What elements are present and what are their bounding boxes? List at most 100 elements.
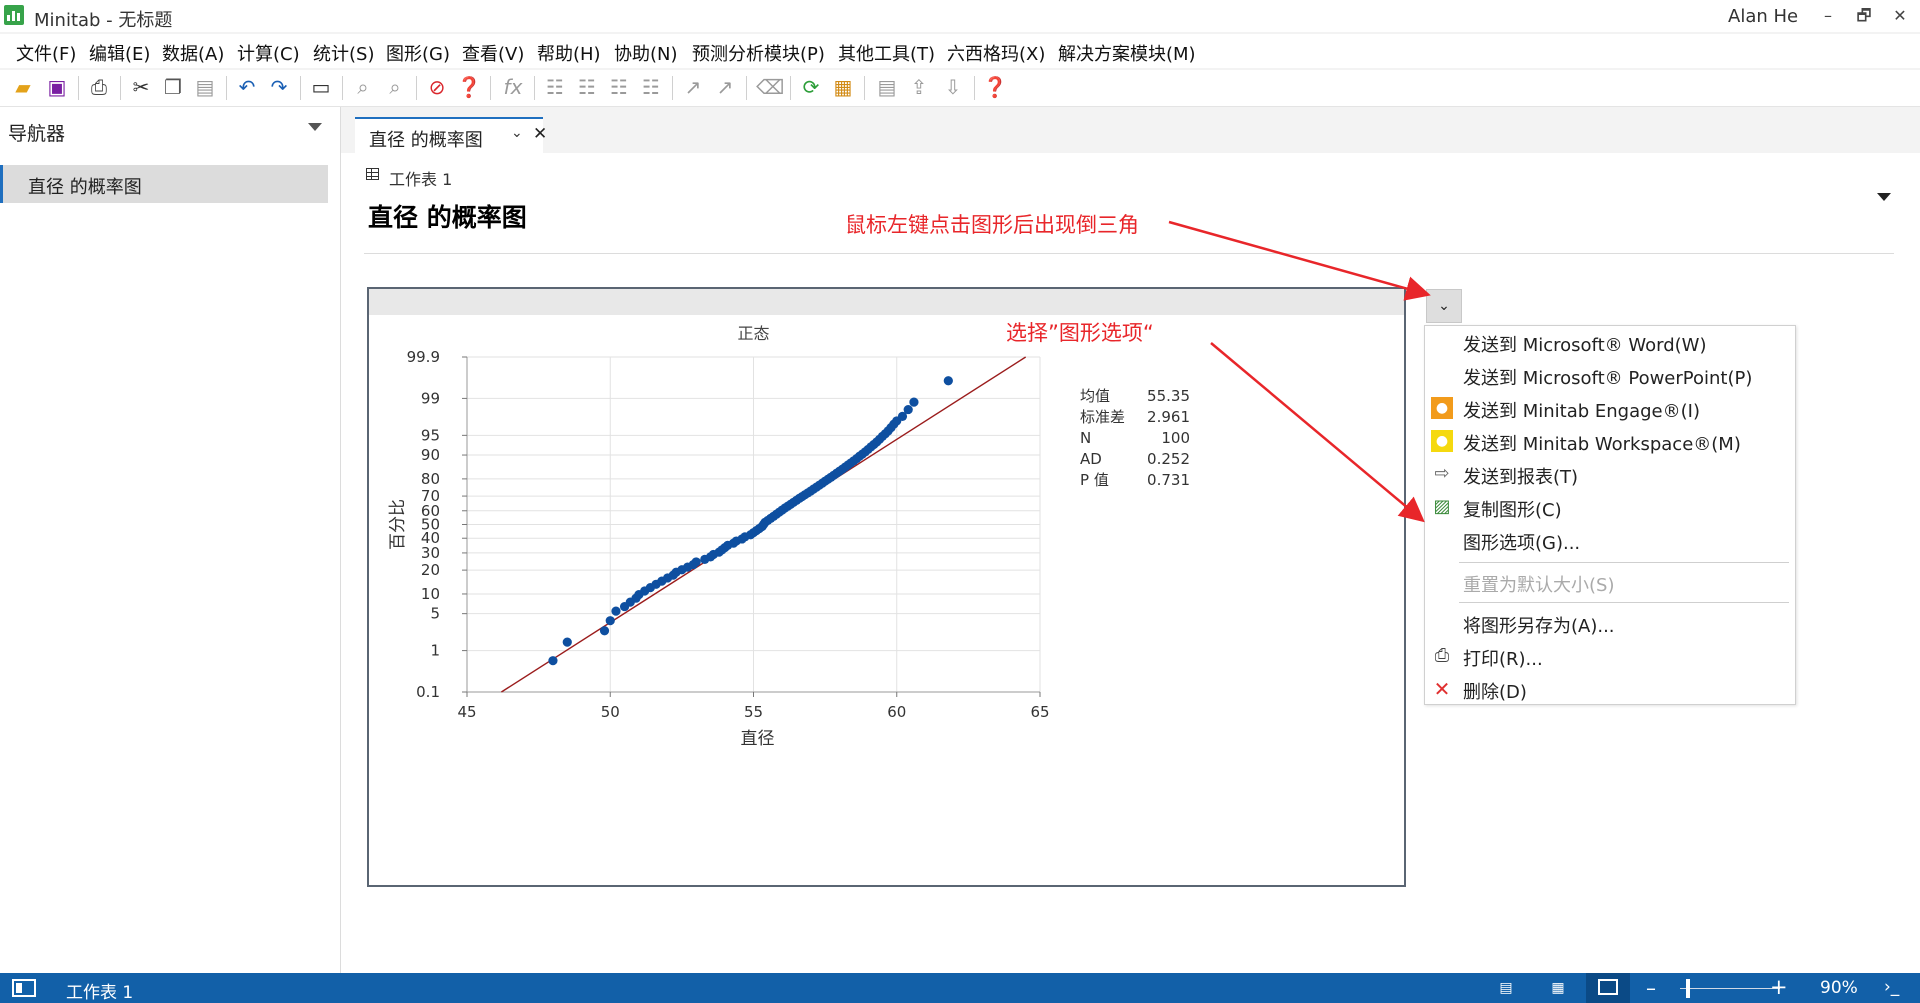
chevron-down-icon[interactable]: [308, 123, 322, 131]
graph-context-menu: 发送到 Microsoft® Word(W) 发送到 Microsoft® Po…: [1424, 325, 1796, 705]
annotation-text: 鼠标左键点击图形后出现倒三角: [845, 213, 1139, 237]
menu-tools[interactable]: 其他工具(T): [838, 40, 935, 66]
menu-save-graph-as[interactable]: 将图形另存为(A)...: [1425, 607, 1795, 640]
open-icon[interactable]: ▰: [10, 74, 36, 100]
menu-six-sigma[interactable]: 六西格玛(X): [947, 40, 1045, 66]
stat-value: 2.961: [1147, 408, 1190, 426]
replace-icon[interactable]: ⌕: [382, 74, 408, 100]
minimize-button[interactable]: –: [1808, 4, 1848, 28]
y-tick-label: 90: [421, 446, 440, 464]
menu-help[interactable]: 帮助(H): [537, 40, 601, 66]
stat-value: 55.35: [1147, 387, 1190, 405]
y-tick-label: 20: [421, 561, 440, 579]
probability-plot-chart: 正态45 50 55 60 650.11510203040506070809095999…: [388, 324, 1190, 749]
menu-send-to-powerpoint[interactable]: 发送到 Microsoft® PowerPoint(P): [1425, 359, 1795, 392]
window-icon[interactable]: ▭: [308, 74, 334, 100]
close-window-button[interactable]: ✕: [1880, 4, 1920, 28]
data-point: [562, 637, 572, 647]
zoom-in-button[interactable]: +: [1770, 975, 1788, 999]
y-tick-label: 0.1: [416, 683, 440, 701]
chevron-down-icon[interactable]: ⌄: [511, 125, 523, 141]
data-point: [605, 616, 615, 626]
menu-send-to-workspace[interactable]: ● 发送到 Minitab Workspace®(M): [1425, 425, 1795, 458]
menu-graph-options[interactable]: 图形选项(G)...: [1425, 524, 1795, 557]
engage-icon: ●: [1431, 397, 1453, 419]
menu-delete[interactable]: ✕ 删除(D): [1425, 673, 1795, 706]
copy-icon[interactable]: ❐: [160, 74, 186, 100]
menu-item-label: 打印(R)...: [1463, 649, 1543, 670]
x-tick-label: 45: [457, 703, 476, 721]
refresh-icon[interactable]: ⟳: [798, 74, 824, 100]
menu-assist[interactable]: 协助(N): [614, 40, 678, 66]
new-sheet-icon[interactable]: ▤: [874, 74, 900, 100]
navigator-item[interactable]: 直径 的概率图: [0, 165, 328, 203]
print-icon[interactable]: ⎙: [86, 74, 112, 100]
menu-data[interactable]: 数据(A): [162, 40, 224, 66]
help-icon[interactable]: ❓: [456, 74, 482, 100]
undo-icon[interactable]: ↶: [234, 74, 260, 100]
layout-icon[interactable]: ☷: [542, 74, 568, 100]
formula-icon[interactable]: fx: [500, 74, 526, 100]
layout-icon[interactable]: ☷: [574, 74, 600, 100]
menu-graph[interactable]: 图形(G): [386, 40, 450, 66]
graph-options-dropdown[interactable]: ⌄: [1426, 289, 1462, 323]
worksheet-view-icon[interactable]: ▤: [1494, 979, 1518, 997]
toolbar-separator: [974, 76, 975, 100]
title-bar: Minitab - 无标题 Alan He – 🗗 ✕: [0, 0, 1920, 32]
y-tick-label: 5: [430, 605, 440, 623]
menu-edit[interactable]: 编辑(E): [89, 40, 150, 66]
x-tick-label: 55: [744, 703, 763, 721]
menu-send-to-report[interactable]: ⇨ 发送到报表(T): [1425, 458, 1795, 491]
menu-send-to-word[interactable]: 发送到 Microsoft® Word(W): [1425, 326, 1795, 359]
menu-predictive[interactable]: 预测分析模块(P): [692, 40, 825, 66]
restore-button[interactable]: 🗗: [1844, 4, 1884, 28]
menu-separator: [1459, 562, 1789, 563]
find-icon[interactable]: ⌕: [350, 74, 376, 100]
menu-copy-graph[interactable]: ▨ 复制图形(C): [1425, 491, 1795, 524]
export-icon[interactable]: ⇪: [906, 74, 932, 100]
stat-label: N: [1080, 429, 1091, 447]
paste-icon[interactable]: ▤: [192, 74, 218, 100]
menu-send-to-engage[interactable]: ● 发送到 Minitab Engage®(I): [1425, 392, 1795, 425]
command-line-icon[interactable]: ›_: [1884, 977, 1899, 997]
menu-view[interactable]: 查看(V): [462, 40, 524, 66]
stat-value: 100: [1161, 429, 1190, 447]
menu-print[interactable]: ⎙ 打印(R)...: [1425, 640, 1795, 673]
menu-calc[interactable]: 计算(C): [237, 40, 300, 66]
y-tick-label: 10: [421, 585, 440, 603]
zoom-slider-thumb[interactable]: [1686, 979, 1690, 998]
toolbar-separator: [490, 76, 491, 100]
chevron-down-icon[interactable]: [1877, 193, 1891, 201]
user-name[interactable]: Alan He: [1728, 6, 1798, 27]
layout-icon[interactable]: ☷: [606, 74, 632, 100]
graph-frame[interactable]: 正态 45 50 55 60 65 0.1 1 5 10 20 30 40 50 60 70 80 90 95 99 9…: [367, 287, 1406, 887]
zoom-out-button[interactable]: –: [1646, 976, 1656, 1000]
menu-item-label: 发送到 Microsoft® Word(W): [1463, 335, 1707, 356]
tab-probability-plot[interactable]: 直径 的概率图 ⌄ ✕: [355, 117, 547, 153]
layout-icon[interactable]: ☷: [638, 74, 664, 100]
status-worksheet: 工作表 1: [66, 983, 134, 1003]
save-icon[interactable]: ▣: [44, 74, 70, 100]
cut-icon[interactable]: ✂: [128, 74, 154, 100]
stat-value: 0.731: [1147, 471, 1190, 489]
brush-icon[interactable]: ↗: [680, 74, 706, 100]
menu-stat[interactable]: 统计(S): [313, 40, 374, 66]
menu-file[interactable]: 文件(F): [16, 40, 76, 66]
data-point: [943, 376, 953, 386]
close-icon[interactable]: ✕: [533, 124, 547, 144]
output-view-icon[interactable]: [1586, 973, 1630, 1003]
redo-icon[interactable]: ↷: [266, 74, 292, 100]
x-tick-label: 65: [1030, 703, 1049, 721]
brush-icon[interactable]: ↗: [712, 74, 738, 100]
cube-icon[interactable]: ▦: [830, 74, 856, 100]
zoom-level: 90%: [1820, 978, 1858, 998]
import-icon[interactable]: ⇩: [940, 74, 966, 100]
menu-solutions[interactable]: 解决方案模块(M): [1058, 40, 1196, 66]
eraser-icon[interactable]: ⌫: [756, 74, 784, 100]
worksheet-label: 工作表 1: [389, 170, 453, 189]
grid-view-icon[interactable]: ▦: [1546, 979, 1570, 997]
help-icon[interactable]: ❓: [982, 74, 1008, 100]
panel-toggle-icon[interactable]: [12, 979, 36, 997]
cancel-icon[interactable]: ⊘: [424, 74, 450, 100]
zoom-slider[interactable]: [1680, 988, 1780, 989]
